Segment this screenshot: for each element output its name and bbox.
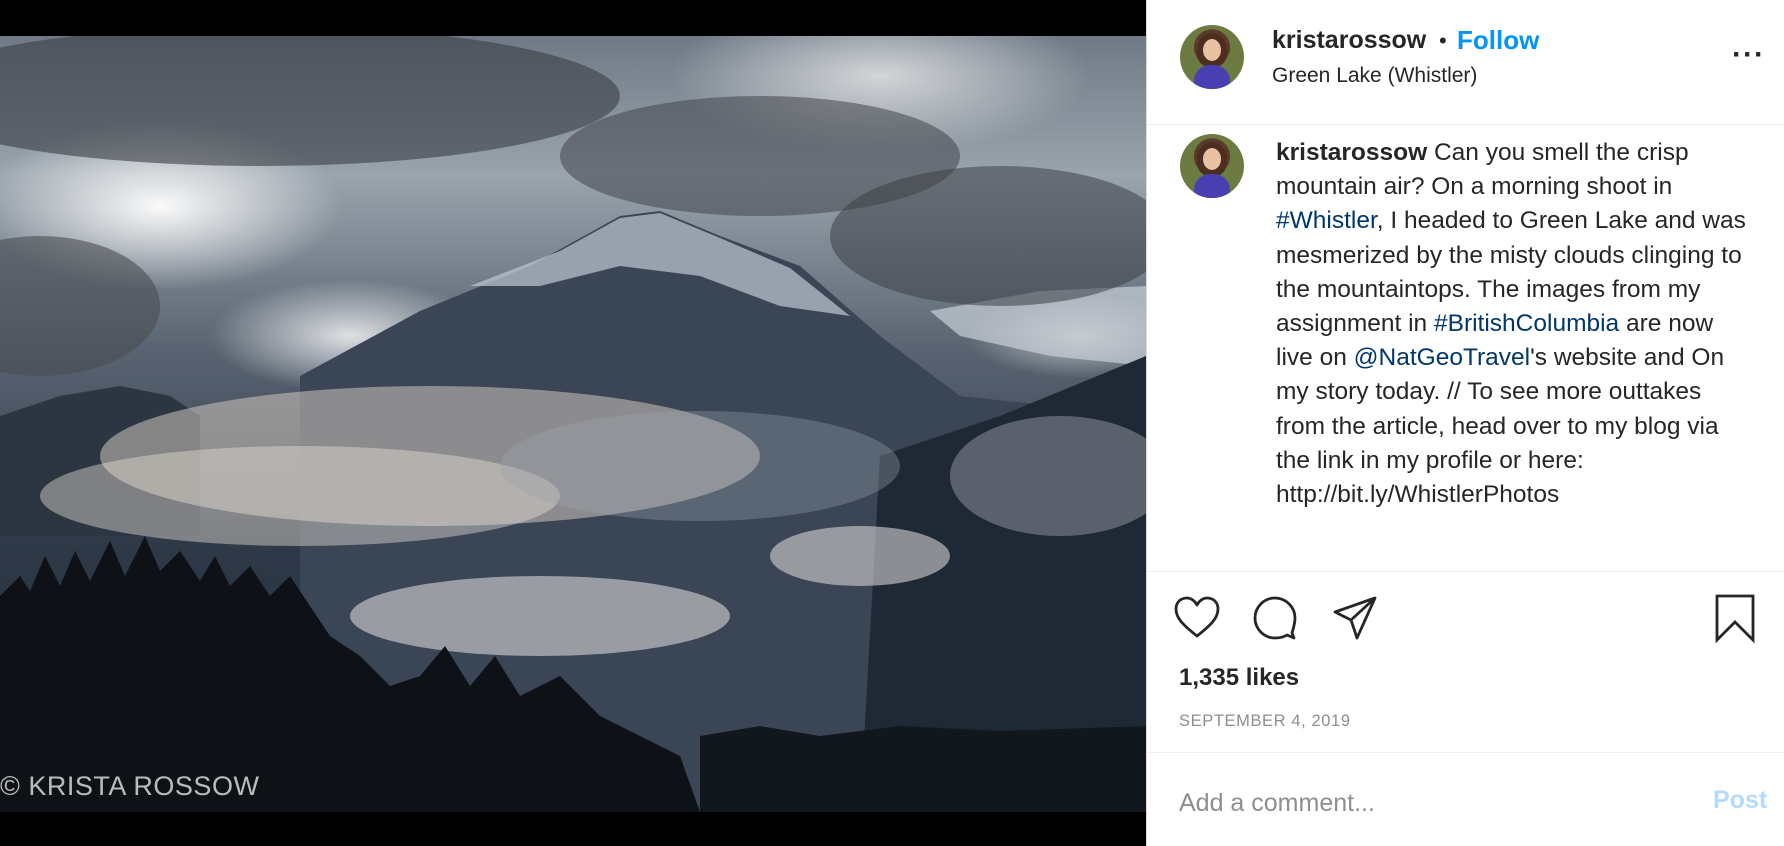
caption-text: kristarossow Can you smell the crisp mou… [1276, 136, 1756, 512]
more-options-icon[interactable]: ··· [1732, 38, 1765, 72]
header-username[interactable]: kristarossow [1272, 26, 1426, 55]
hashtag-whistler[interactable]: #Whistler [1276, 207, 1377, 234]
profile-avatar[interactable] [1180, 25, 1244, 89]
post-header: kristarossow • Follow Green Lake (Whistl… [1147, 0, 1784, 125]
post-caption: kristarossow Can you smell the crisp mou… [1147, 126, 1784, 572]
header-separator: • [1439, 28, 1447, 53]
mountain-scene [0, 36, 1146, 812]
post-comment-button[interactable]: Post [1713, 786, 1767, 815]
post-media[interactable]: © KRISTA ROSSOW [0, 0, 1146, 846]
heart-icon[interactable] [1171, 592, 1223, 644]
paper-plane-icon[interactable] [1329, 592, 1381, 644]
caption-avatar[interactable] [1180, 134, 1244, 198]
follow-button[interactable]: Follow [1457, 25, 1539, 56]
comment-icon[interactable] [1249, 592, 1301, 644]
caption-username[interactable]: kristarossow [1276, 139, 1427, 166]
instagram-post: © KRISTA ROSSOW kristarossow • Follow Gr… [0, 0, 1784, 846]
post-sidebar: kristarossow • Follow Green Lake (Whistl… [1146, 0, 1784, 846]
post-photo[interactable]: © KRISTA ROSSOW [0, 36, 1146, 812]
bookmark-icon[interactable] [1709, 592, 1761, 644]
post-location[interactable]: Green Lake (Whistler) [1272, 64, 1477, 88]
post-actions [1147, 592, 1784, 648]
mention-natgeotravel[interactable]: @NatGeoTravel [1354, 344, 1530, 371]
comment-input[interactable] [1179, 785, 1659, 821]
comment-bar: Post [1147, 752, 1784, 846]
photo-watermark: © KRISTA ROSSOW [0, 771, 260, 801]
likes-count[interactable]: 1,335 likes [1179, 664, 1299, 692]
hashtag-britishcolumbia[interactable]: #BritishColumbia [1434, 310, 1619, 337]
post-date[interactable]: SEPTEMBER 4, 2019 [1179, 712, 1351, 731]
